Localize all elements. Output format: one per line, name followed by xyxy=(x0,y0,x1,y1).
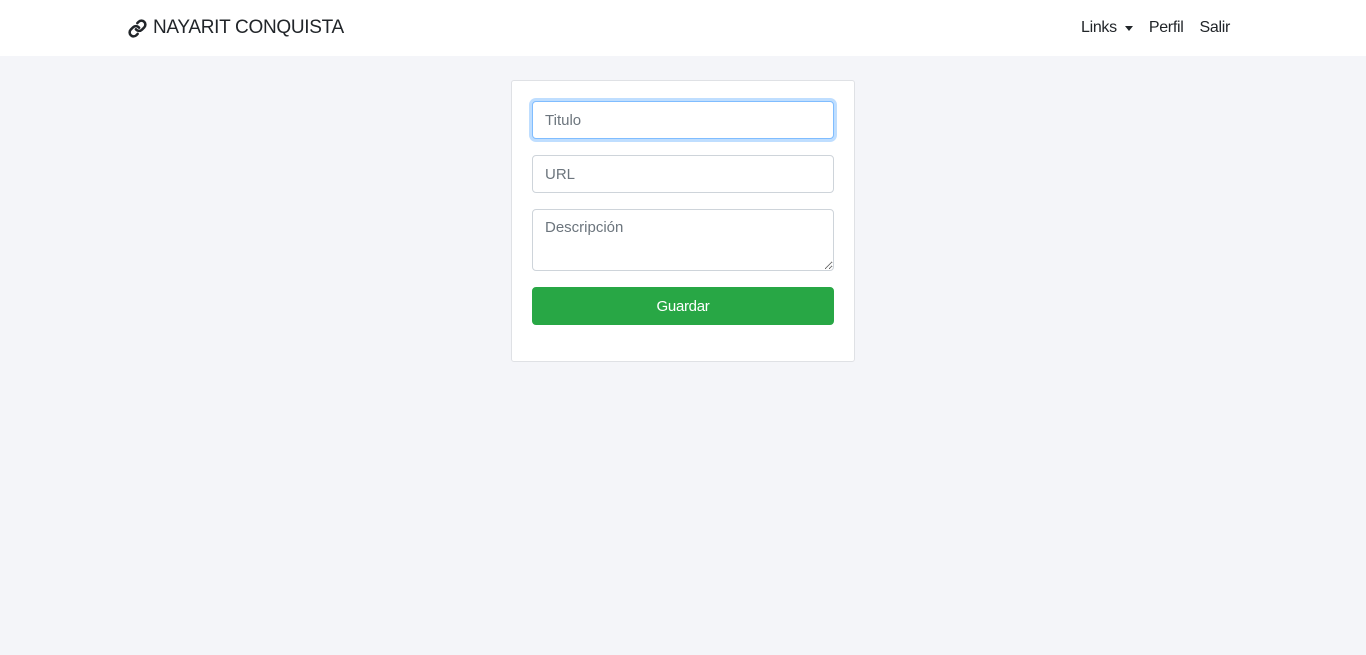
brand-text: NAYARIT CONQUISTA xyxy=(153,17,344,38)
add-link-card: Guardar xyxy=(511,80,855,362)
save-button[interactable]: Guardar xyxy=(532,287,834,325)
links-label: Links xyxy=(1080,19,1117,36)
navbar: NAYARIT CONQUISTA Links Perfil Salir xyxy=(0,0,1366,56)
title-input[interactable] xyxy=(532,101,834,139)
nav-links: Links Perfil Salir xyxy=(1081,19,1230,37)
nav-profile-link[interactable]: Perfil xyxy=(1149,19,1184,37)
brand-link[interactable]: NAYARIT CONQUISTA xyxy=(128,17,344,39)
description-textarea[interactable] xyxy=(532,209,834,271)
link-icon xyxy=(128,18,147,38)
links-dropdown-toggle[interactable]: Links xyxy=(1081,19,1133,37)
nav-logout-link[interactable]: Salir xyxy=(1199,19,1230,37)
url-input[interactable] xyxy=(532,155,834,193)
caret-down-icon xyxy=(1124,26,1133,31)
